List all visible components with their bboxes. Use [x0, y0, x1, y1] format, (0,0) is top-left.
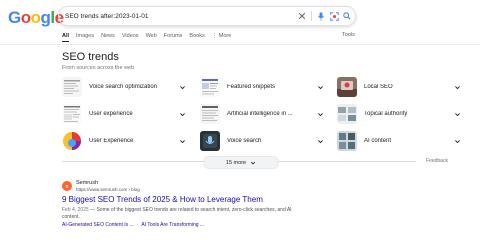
- chevron-down-icon: [180, 85, 185, 89]
- microphone-icon[interactable]: [315, 10, 327, 22]
- feedback-link[interactable]: Feedback: [426, 158, 448, 164]
- ux-thumbnail: [62, 104, 82, 124]
- tab-all[interactable]: All: [62, 32, 70, 44]
- trend-item-label: Artificial intelligence in ...: [227, 111, 293, 117]
- trend-item-voice-search[interactable]: Voice search: [200, 131, 326, 151]
- chevron-down-icon: [455, 139, 460, 143]
- lens-icon[interactable]: [328, 10, 340, 22]
- result-sublinks: AI-Generated SEO Content Is ... · AI Tools…: [62, 222, 204, 228]
- chevron-down-icon: [318, 139, 323, 143]
- trend-item-local-seo[interactable]: Local SEO: [337, 77, 463, 97]
- sublink-ai-generated-content[interactable]: AI-Generated SEO Content Is ...: [62, 222, 134, 228]
- chevron-down-icon: [250, 161, 256, 164]
- voice-search-thumbnail: [200, 131, 220, 151]
- trends-subtitle: From sources across the web: [62, 65, 135, 71]
- tab-news[interactable]: News: [101, 32, 115, 44]
- search-divider: [311, 11, 312, 21]
- tab-forums[interactable]: Forums: [164, 32, 183, 44]
- result-snippet: Feb 4, 2025 — Some of the biggest SEO tr…: [62, 207, 292, 220]
- tab-books[interactable]: Books: [189, 32, 204, 44]
- trend-item-featured-snippets[interactable]: Featured snippets: [200, 77, 326, 97]
- chevron-down-icon: [180, 112, 185, 116]
- chevron-down-icon: [318, 112, 323, 116]
- trend-item-ai-content[interactable]: AI content: [337, 131, 463, 151]
- show-more-button[interactable]: 15 more: [203, 156, 279, 169]
- chevron-down-icon: [455, 112, 460, 116]
- snippet-thumbnail: [200, 77, 220, 97]
- topical-authority-thumbnail: [337, 104, 357, 124]
- tools-button[interactable]: Tools: [342, 32, 355, 38]
- trend-item-label: Voice search: [227, 138, 262, 144]
- trend-item-label: Topical authority: [364, 111, 408, 117]
- ai-thumbnail: [200, 104, 220, 124]
- doc-thumbnail: [62, 77, 82, 97]
- show-more-label: 15 more: [225, 159, 247, 166]
- semrush-favicon[interactable]: S: [62, 181, 72, 191]
- search-tabs: All Images News Videos Web Forums Books …: [62, 32, 238, 44]
- sublink-separator: ·: [136, 222, 139, 228]
- sublink-ai-tools[interactable]: AI Tools Are Transforming ...: [141, 222, 204, 228]
- trends-title: SEO trends: [62, 51, 119, 63]
- result-site-url[interactable]: https://www.semrush.com › blog: [76, 187, 140, 192]
- chevron-down-icon: [455, 85, 460, 89]
- trend-item-ai-in-seo[interactable]: Artificial intelligence in ...: [200, 104, 326, 124]
- result-title-link[interactable]: 9 Biggest SEO Trends of 2025 & How to Le…: [62, 195, 263, 204]
- ai-content-thumbnail: [337, 131, 357, 151]
- ux2-thumbnail: [62, 131, 82, 151]
- tab-web[interactable]: Web: [146, 32, 157, 44]
- trend-item-label: Featured snippets: [227, 84, 276, 90]
- chevron-down-icon: [180, 139, 185, 143]
- trend-item-user-experience-2[interactable]: User Experience: [62, 131, 188, 151]
- trend-item-label: Local SEO: [364, 84, 393, 90]
- trend-item-label: AI content: [364, 138, 392, 144]
- trend-item-user-experience[interactable]: User experience: [62, 104, 188, 124]
- tab-more[interactable]: ⋮ More: [212, 32, 232, 44]
- chevron-down-icon: [318, 85, 323, 89]
- local-seo-thumbnail: [337, 77, 357, 97]
- trend-item-label: Voice search optimization: [89, 84, 158, 90]
- tab-videos[interactable]: Videos: [122, 32, 139, 44]
- result-snippet-text: Some of the biggest SEO trends are relat…: [62, 207, 292, 220]
- trend-item-voice-search-optimization[interactable]: Voice search optimization: [62, 77, 188, 97]
- trend-item-label: User experience: [89, 111, 133, 117]
- tabs-divider: [0, 44, 480, 45]
- trend-item-topical-authority[interactable]: Topical authority: [337, 104, 463, 124]
- search-input[interactable]: [65, 9, 275, 23]
- search-box[interactable]: [58, 6, 356, 26]
- result-site-name[interactable]: Semrush: [76, 180, 98, 186]
- trend-item-label: User Experience: [89, 138, 134, 144]
- google-logo[interactable]: Google: [8, 8, 64, 28]
- tab-images[interactable]: Images: [76, 32, 94, 44]
- search-icon[interactable]: [341, 10, 353, 22]
- result-date: Feb 4, 2025: [62, 207, 89, 213]
- clear-icon[interactable]: [296, 10, 308, 22]
